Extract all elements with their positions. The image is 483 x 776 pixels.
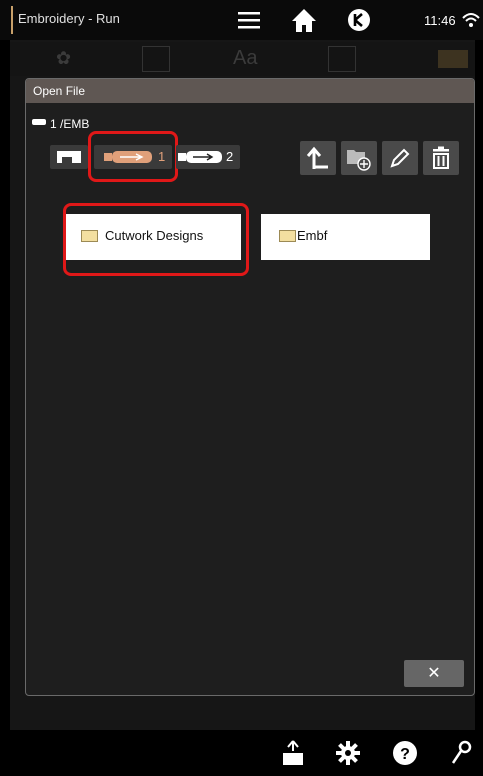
export-icon[interactable] (282, 739, 304, 767)
open-file-dialog: Open File 1 /EMB 1 2 Cutwork Designs Emb… (25, 78, 475, 696)
pencil-icon (390, 148, 410, 168)
trash-icon (433, 146, 449, 169)
design-icon (142, 46, 170, 72)
new-folder-icon (347, 150, 371, 171)
up-arrow-icon (306, 146, 328, 169)
status-bar: Embroidery - Run 11:46 (0, 0, 483, 40)
title-accent (11, 6, 13, 34)
dialog-title: Open File (33, 84, 86, 98)
text-tool-label: Aa (233, 47, 258, 69)
wifi-icon (462, 13, 480, 27)
current-path: 1 /EMB (50, 117, 90, 131)
sewing-machine-icon (57, 151, 81, 163)
parent-folder-button[interactable] (300, 141, 336, 175)
new-folder-button[interactable] (341, 141, 377, 175)
brand-k-icon[interactable] (346, 7, 372, 33)
help-icon[interactable]: ? (391, 739, 419, 767)
usb1-highlight (88, 131, 178, 182)
delete-button[interactable] (423, 141, 459, 175)
close-button[interactable]: ✕ (404, 660, 464, 687)
dropdown-icon (438, 50, 468, 68)
app-title: Embroidery - Run (18, 11, 120, 26)
background-toolbar: ✿ Aa (10, 42, 475, 76)
usb2-button[interactable]: 2 (176, 145, 240, 169)
usb-stick-icon (178, 151, 222, 163)
svg-text:?: ? (400, 746, 410, 763)
tool-key-icon[interactable] (450, 739, 474, 767)
dialog-header: Open File (26, 79, 474, 103)
folder-highlight (63, 203, 249, 276)
usb2-label: 2 (226, 149, 234, 164)
menu-icon[interactable] (236, 8, 262, 32)
flower-icon: ✿ (56, 48, 72, 68)
home-icon[interactable] (290, 6, 318, 34)
edit-design-icon (328, 46, 356, 72)
machine-memory-button[interactable] (50, 145, 88, 169)
usb-path-icon (32, 119, 46, 125)
rename-button[interactable] (382, 141, 418, 175)
settings-gear-icon[interactable] (335, 740, 361, 766)
folder-item[interactable]: Embf (261, 214, 430, 260)
folder-icon (279, 230, 296, 242)
folder-label: Embf (297, 228, 328, 243)
clock: 11:46 (424, 13, 456, 28)
bottom-bar: ? (0, 730, 483, 776)
